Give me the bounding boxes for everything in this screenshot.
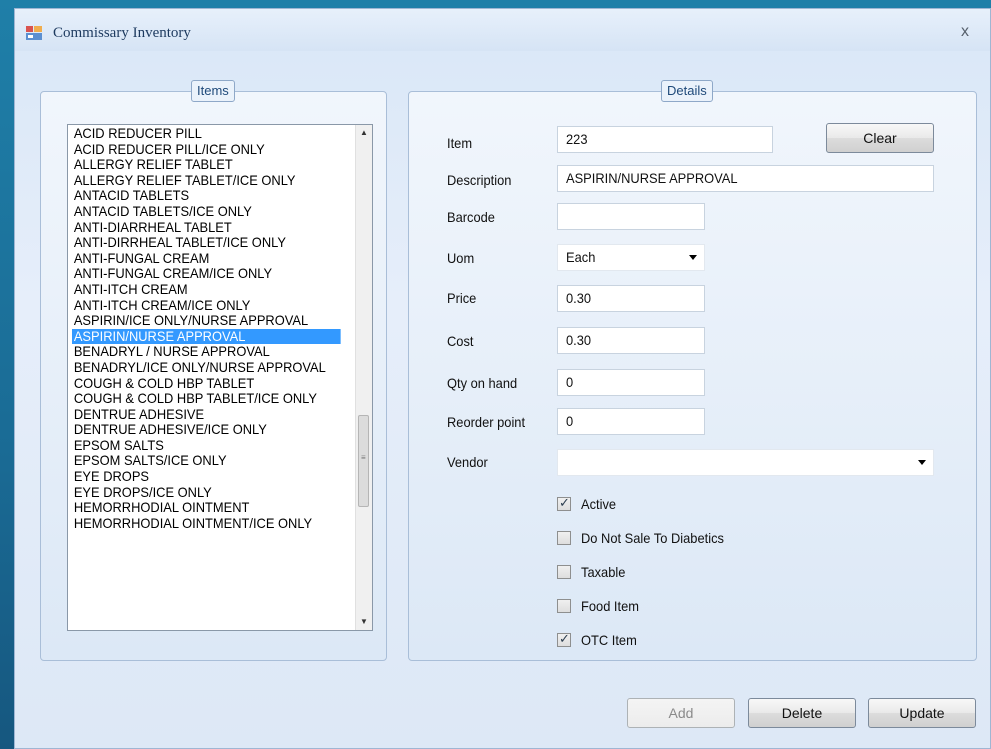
list-item[interactable]: ANTACID TABLETS bbox=[72, 188, 341, 204]
reorder-point-label: Reorder point bbox=[447, 414, 526, 430]
barcode-label: Barcode bbox=[447, 209, 495, 225]
scroll-thumb[interactable]: ≡ bbox=[358, 415, 369, 507]
list-item[interactable]: EPSOM SALTS bbox=[72, 438, 341, 454]
price-label: Price bbox=[447, 290, 477, 306]
scroll-down-icon[interactable]: ▼ bbox=[356, 614, 372, 630]
list-item[interactable]: ANTI-ITCH CREAM bbox=[72, 282, 341, 298]
description-value: ASPIRIN/NURSE APPROVAL bbox=[566, 170, 738, 186]
item-label: Item bbox=[447, 135, 473, 151]
grip-icon: ≡ bbox=[361, 453, 366, 462]
list-item[interactable]: COUGH & COLD HBP TABLET bbox=[72, 376, 341, 392]
list-item[interactable]: DENTRUE ADHESIVE/ICE ONLY bbox=[72, 422, 341, 438]
list-item[interactable]: HEMORRHODIAL OINTMENT/ICE ONLY bbox=[72, 516, 341, 532]
list-item[interactable]: ANTACID TABLETS/ICE ONLY bbox=[72, 204, 341, 220]
reorder-point-value: 0 bbox=[566, 413, 574, 429]
price-value: 0.30 bbox=[566, 290, 592, 306]
list-item[interactable]: EYE DROPS bbox=[72, 469, 341, 485]
qty-on-hand-value: 0 bbox=[566, 374, 574, 390]
checkbox-do-not-sale-to-diabetics[interactable] bbox=[557, 531, 571, 545]
description-label: Description bbox=[447, 172, 512, 188]
checkbox-label: OTC Item bbox=[581, 632, 637, 648]
checkbox-otc-item[interactable]: ✓ bbox=[557, 631, 571, 647]
checkbox-label: Active bbox=[581, 496, 617, 512]
chevron-down-icon bbox=[689, 255, 697, 260]
close-icon[interactable]: x bbox=[954, 21, 976, 43]
uom-value: Each bbox=[566, 249, 596, 265]
checkbox-label: Do Not Sale To Diabetics bbox=[581, 530, 724, 546]
list-item[interactable]: COUGH & COLD HBP TABLET/ICE ONLY bbox=[72, 391, 341, 407]
item-value: 223 bbox=[566, 131, 588, 147]
list-item[interactable]: HEMORRHODIAL OINTMENT bbox=[72, 500, 341, 516]
list-item[interactable]: ANTI-ITCH CREAM/ICE ONLY bbox=[72, 298, 341, 314]
barcode-field[interactable] bbox=[557, 203, 705, 230]
add-button[interactable]: Add bbox=[627, 698, 735, 728]
items-scrollbar[interactable]: ▲ ≡ ▼ bbox=[355, 125, 372, 630]
uom-dropdown[interactable]: Each bbox=[557, 244, 705, 271]
list-item[interactable]: ANTI-FUNGAL CREAM bbox=[72, 251, 341, 267]
list-item[interactable]: ASPIRIN/ICE ONLY/NURSE APPROVAL bbox=[72, 313, 341, 329]
list-item[interactable]: ACID REDUCER PILL bbox=[72, 126, 341, 142]
delete-button[interactable]: Delete bbox=[748, 698, 856, 728]
vendor-label: Vendor bbox=[447, 454, 488, 470]
checkbox-label: Taxable bbox=[581, 564, 626, 580]
list-item[interactable]: ACID REDUCER PILL/ICE ONLY bbox=[72, 142, 341, 158]
list-item[interactable]: DENTRUE ADHESIVE bbox=[72, 407, 341, 423]
vendor-dropdown[interactable] bbox=[557, 449, 934, 476]
check-icon: ✓ bbox=[559, 495, 570, 510]
checkbox-active[interactable]: ✓ bbox=[557, 495, 571, 511]
list-item[interactable]: EPSOM SALTS/ICE ONLY bbox=[72, 453, 341, 469]
clear-button[interactable]: Clear bbox=[826, 123, 934, 153]
items-listbox[interactable]: ACID REDUCER PILL ACID REDUCER PILL/ICE O… bbox=[67, 124, 373, 631]
price-field[interactable]: 0.30 bbox=[557, 285, 705, 312]
list-item[interactable]: BENADRYL/ICE ONLY/NURSE APPROVAL bbox=[72, 360, 341, 376]
uom-label: Uom bbox=[447, 250, 475, 266]
title-bar[interactable]: Commissary Inventory x bbox=[15, 9, 990, 51]
list-item-selected[interactable]: ASPIRIN/NURSE APPROVAL bbox=[72, 328, 341, 345]
qty-on-hand-label: Qty on hand bbox=[447, 375, 518, 391]
checkbox-label: Food Item bbox=[581, 598, 639, 614]
list-item[interactable]: BENADRYL / NURSE APPROVAL bbox=[72, 344, 341, 360]
list-item[interactable]: ANTI-DIRRHEAL TABLET/ICE ONLY bbox=[72, 235, 341, 251]
qty-on-hand-field[interactable]: 0 bbox=[557, 369, 705, 396]
list-item[interactable]: ANTI-FUNGAL CREAM/ICE ONLY bbox=[72, 266, 341, 282]
window-title: Commissary Inventory bbox=[53, 25, 191, 41]
list-item[interactable]: ANTI-DIARRHEAL TABLET bbox=[72, 220, 341, 236]
checkbox-taxable[interactable] bbox=[557, 565, 571, 579]
items-group: Items ACID REDUCER PILL ACID REDUCER PILL… bbox=[40, 80, 387, 661]
cost-value: 0.30 bbox=[566, 332, 592, 348]
list-item[interactable]: ALLERGY RELIEF TABLET/ICE ONLY bbox=[72, 173, 341, 189]
cost-field[interactable]: 0.30 bbox=[557, 327, 705, 354]
check-icon: ✓ bbox=[559, 631, 570, 646]
scroll-up-icon[interactable]: ▲ bbox=[356, 125, 372, 141]
chevron-down-icon bbox=[918, 460, 926, 465]
app-window-icon bbox=[26, 26, 42, 40]
description-field[interactable]: ASPIRIN/NURSE APPROVAL bbox=[557, 165, 934, 192]
items-group-legend: Items bbox=[191, 80, 235, 102]
update-button[interactable]: Update bbox=[868, 698, 976, 728]
details-group: Details Item 223 Clear Description ASPIR… bbox=[408, 80, 977, 661]
list-item[interactable]: ALLERGY RELIEF TABLET bbox=[72, 157, 341, 173]
list-item[interactable]: EYE DROPS/ICE ONLY bbox=[72, 485, 341, 501]
details-group-legend: Details bbox=[661, 80, 713, 102]
item-field[interactable]: 223 bbox=[557, 126, 773, 153]
commissary-inventory-window: Commissary Inventory x Items ACID REDUCE… bbox=[14, 8, 991, 749]
cost-label: Cost bbox=[447, 333, 474, 349]
items-list: ACID REDUCER PILL ACID REDUCER PILL/ICE O… bbox=[72, 125, 355, 531]
reorder-point-field[interactable]: 0 bbox=[557, 408, 705, 435]
checkbox-food-item[interactable] bbox=[557, 599, 571, 613]
